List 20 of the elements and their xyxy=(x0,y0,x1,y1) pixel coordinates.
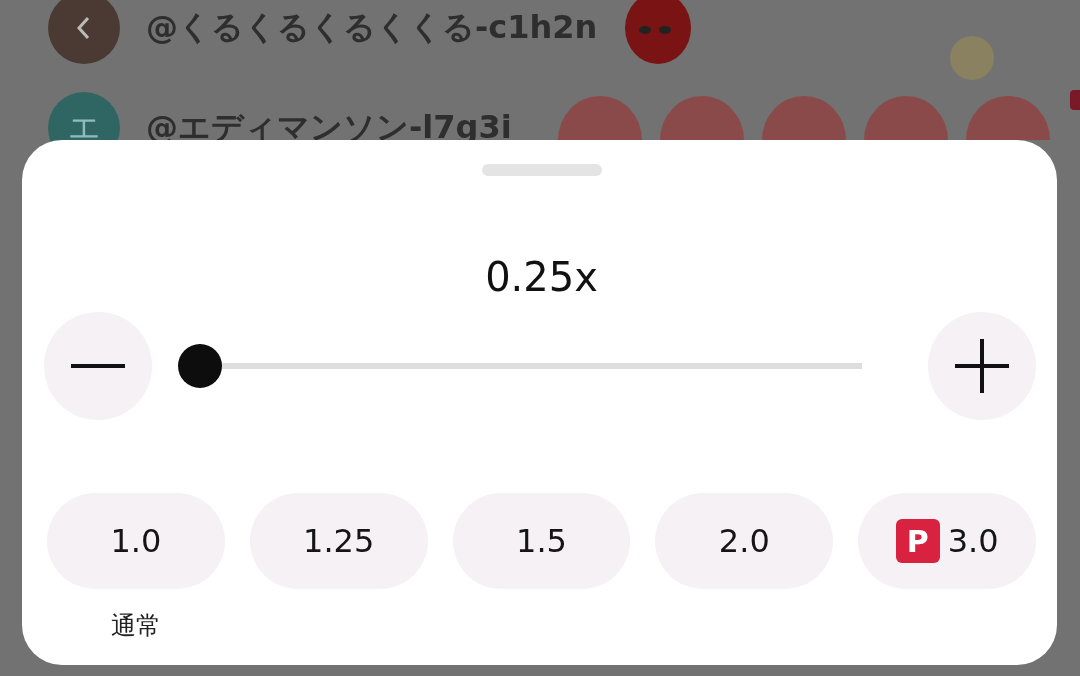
speed-preset-button[interactable]: P 3.0 xyxy=(858,493,1036,589)
speed-preset-button[interactable]: 1.25 xyxy=(249,493,428,589)
speed-preset-button[interactable]: 1.0 xyxy=(47,493,225,589)
username: @くるくるくるくくる-c1h2n xyxy=(146,7,598,48)
minus-icon xyxy=(71,364,125,368)
plus-icon xyxy=(955,339,1009,393)
sticker-icon xyxy=(761,96,846,140)
preset-caption: 通常 xyxy=(110,610,161,642)
speed-value: 0.25x xyxy=(485,254,598,300)
sticker-icon xyxy=(965,96,1050,140)
speed-preset-button[interactable]: 2.0 xyxy=(655,493,834,589)
slider-thumb[interactable] xyxy=(178,344,222,388)
drag-handle[interactable] xyxy=(481,164,602,176)
sticker-icon xyxy=(557,96,642,140)
speed-preset-button[interactable]: 1.5 xyxy=(452,493,631,589)
sticker-icon xyxy=(659,96,744,140)
premium-badge: P xyxy=(895,519,940,563)
emoji-face-icon xyxy=(949,35,996,81)
cartoon-head-icon xyxy=(623,0,694,66)
sticker-icon xyxy=(863,96,948,140)
